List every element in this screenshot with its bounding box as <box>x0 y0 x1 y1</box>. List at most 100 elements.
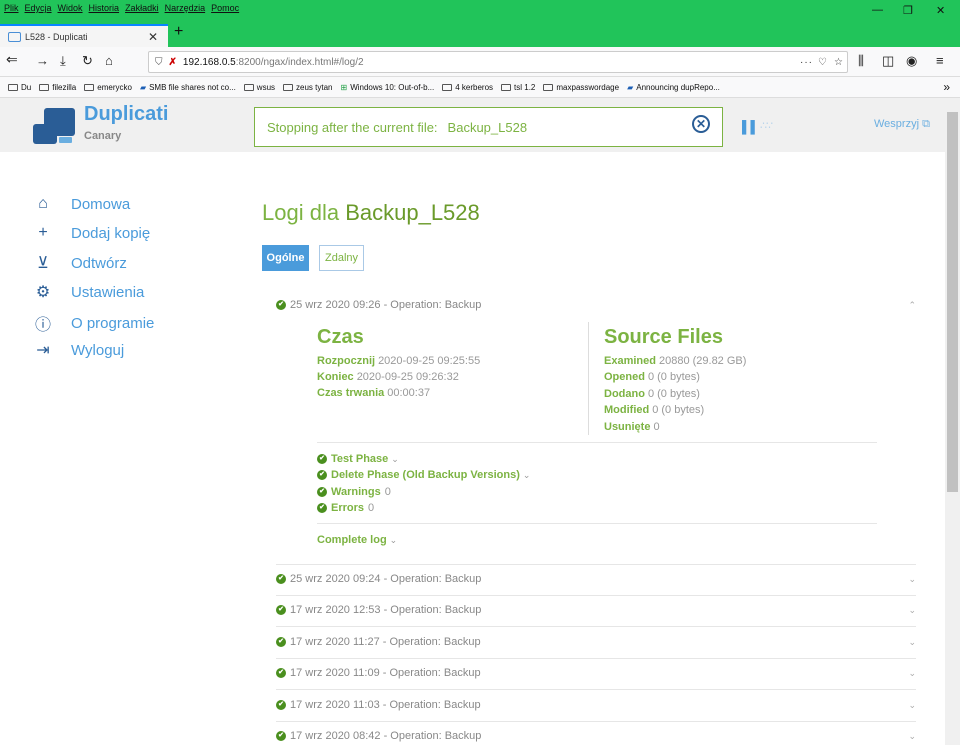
pause-icon[interactable]: ▌▌ <box>742 120 759 134</box>
added-files: Dodano 0 (0 bytes) <box>604 388 700 400</box>
sidebar-item-home[interactable]: ⌂ Domowa <box>34 195 130 213</box>
insecure-lock-icon: ✗ <box>168 56 177 68</box>
close-window-icon[interactable]: ✕ <box>936 4 945 17</box>
log-entry[interactable]: ✔ 25 wrz 2020 09:24 - Operation: Backup ⌄ <box>276 573 916 585</box>
sidebar-item-label: Domowa <box>71 195 131 213</box>
log-entry[interactable]: ✔ 17 wrz 2020 11:03 - Operation: Backup ⌄ <box>276 699 916 711</box>
folder-icon <box>442 83 453 91</box>
tab-general[interactable]: Ogólne <box>262 245 309 271</box>
folder-icon <box>243 83 254 91</box>
library-icon[interactable]: ⫼ <box>858 53 864 69</box>
reload-icon[interactable]: ↻ <box>82 53 93 69</box>
forward-icon[interactable]: → <box>36 53 49 68</box>
logo-icon-part <box>59 137 72 143</box>
hamburger-menu-icon[interactable]: ≡ <box>936 53 944 68</box>
success-check-icon: ✔ <box>276 605 286 615</box>
deleted-files: Usunięte 0 <box>604 421 660 433</box>
delete-phase[interactable]: ✔ Delete Phase (Old Backup Versions) ⌄ <box>317 469 530 481</box>
chevron-up-icon[interactable]: ⌃ <box>908 300 916 311</box>
bookmark-item[interactable]: Du <box>8 83 31 92</box>
folder-icon <box>283 83 294 91</box>
home-icon: ⌂ <box>38 195 48 212</box>
menu-help[interactable]: Pomoc <box>211 3 239 17</box>
sidebar-item-settings[interactable]: ⚙ Ustawienia <box>34 282 145 302</box>
restore-icon: ⊻ <box>37 255 49 272</box>
bookmark-item[interactable]: 4 kerberos <box>442 83 493 92</box>
url-bar[interactable]: ⛉ ✗ 192.168.0.5:8200/ngax/index.html#/lo… <box>148 51 848 73</box>
chevron-down-icon: ⌄ <box>908 699 916 710</box>
divider <box>276 595 916 596</box>
sidebar-item-add-backup[interactable]: + Dodaj kopię <box>34 224 150 242</box>
scrollbar-thumb[interactable] <box>947 112 958 492</box>
menu-file[interactable]: Plik <box>4 3 19 17</box>
divider <box>276 721 916 722</box>
restore-window-icon[interactable]: ❐ <box>903 4 913 17</box>
bookmark-item[interactable]: maxpasswordage <box>543 83 619 92</box>
tab-close-icon[interactable]: ✕ <box>148 30 158 44</box>
bookmark-item[interactable]: ▰ Announcing dupRepo... <box>627 83 720 92</box>
modified-files: Modified 0 (0 bytes) <box>604 404 705 416</box>
log-entry[interactable]: ✔ 17 wrz 2020 11:27 - Operation: Backup ⌄ <box>276 636 916 648</box>
pocket-icon[interactable]: ♡ <box>818 57 827 68</box>
stop-icon[interactable]: ✕ <box>692 115 710 133</box>
chevron-down-icon: ⌄ <box>389 534 398 545</box>
tab-remote[interactable]: Zdalny <box>319 245 364 271</box>
back-icon[interactable]: ⇐ <box>6 51 18 68</box>
chevron-down-icon: ⌄ <box>908 573 916 584</box>
success-check-icon: ✔ <box>276 731 286 741</box>
bookmark-item[interactable]: filezilla <box>39 83 76 92</box>
new-tab-icon[interactable]: + <box>174 23 183 41</box>
status-label: Stopping after the current file: <box>267 119 438 135</box>
folder-icon <box>501 83 512 91</box>
sidebar-item-label: O programie <box>71 314 155 332</box>
menu-edit[interactable]: Edycja <box>25 3 52 17</box>
external-link-icon: ⧉ <box>922 118 930 130</box>
download-icon[interactable]: ⤓ <box>60 53 66 69</box>
log-entry[interactable]: ✔ 17 wrz 2020 12:53 - Operation: Backup ⌄ <box>276 604 916 616</box>
chevron-down-icon: ⌄ <box>522 469 531 480</box>
app-title[interactable]: Duplicati <box>84 103 168 126</box>
menu-tools[interactable]: Narzędzia <box>165 3 206 17</box>
test-phase[interactable]: ✔ Test Phase ⌄ <box>317 453 399 465</box>
url-host: 192.168.0.5 <box>182 56 236 68</box>
section-divider <box>588 322 589 435</box>
sidebar-toggle-icon[interactable]: ◫ <box>882 53 894 69</box>
bookmark-label: maxpasswordage <box>556 82 620 92</box>
chevron-down-icon: ⌄ <box>908 604 916 615</box>
bookmark-item[interactable]: zeus tytan <box>283 83 333 92</box>
page-actions-icon[interactable]: ··· <box>800 57 813 68</box>
start-time: Rozpocznij 2020-09-25 09:25:55 <box>317 355 481 367</box>
folder-icon <box>543 83 554 91</box>
bookmark-item[interactable]: tsl 1.2 <box>501 83 535 92</box>
sidebar-item-label: Wyloguj <box>71 341 125 359</box>
menu-view[interactable]: Widok <box>58 3 83 17</box>
log-entry-expanded[interactable]: ✔ 25 wrz 2020 09:26 - Operation: Backup … <box>276 299 916 311</box>
bookmarks-overflow-icon[interactable]: » <box>943 80 950 94</box>
bookmark-label: Du <box>21 82 32 92</box>
browser-tab[interactable]: L528 - Duplicati ✕ <box>0 24 168 47</box>
bookmark-item[interactable]: wsus <box>243 82 276 92</box>
success-check-icon: ✔ <box>276 668 286 678</box>
sidebar-item-logout[interactable]: ⇥ Wyloguj <box>34 340 124 360</box>
url-path: :8200/ngax/index.html#/log/2 <box>235 56 364 68</box>
home-browser-icon[interactable]: ⌂ <box>105 53 113 68</box>
complete-log-toggle[interactable]: Complete log ⌄ <box>317 534 397 546</box>
menu-bookmarks[interactable]: Zakładki <box>125 3 159 17</box>
throttle-icon[interactable]: ∴∵ <box>760 119 773 132</box>
minimize-icon[interactable]: — <box>872 4 883 16</box>
log-entry[interactable]: ✔ 17 wrz 2020 11:09 - Operation: Backup ⌄ <box>276 667 916 679</box>
logout-icon: ⇥ <box>36 342 50 359</box>
bookmark-item[interactable]: emerycko <box>84 83 132 92</box>
log-entry[interactable]: ✔ 17 wrz 2020 08:42 - Operation: Backup ⌄ <box>276 730 916 742</box>
success-check-icon: ✔ <box>317 470 327 480</box>
menu-history[interactable]: Historia <box>89 3 120 17</box>
bookmark-star-icon[interactable]: ☆ <box>834 57 843 68</box>
bookmark-label: wsus <box>256 82 276 92</box>
sidebar-item-restore[interactable]: ⊻ Odtwórz <box>34 253 127 273</box>
log-entry-header: 25 wrz 2020 09:26 - Operation: Backup <box>290 299 482 311</box>
sidebar-item-about[interactable]: ⓘ O programie <box>34 311 154 335</box>
donate-link[interactable]: Wesprzyj ⧉ <box>874 118 930 131</box>
bookmark-item[interactable]: ⊞ Windows 10: Out-of-b... <box>341 83 435 92</box>
bookmark-item[interactable]: ▰ SMB file shares not co... <box>140 83 236 92</box>
account-icon[interactable]: ◉ <box>906 53 917 69</box>
